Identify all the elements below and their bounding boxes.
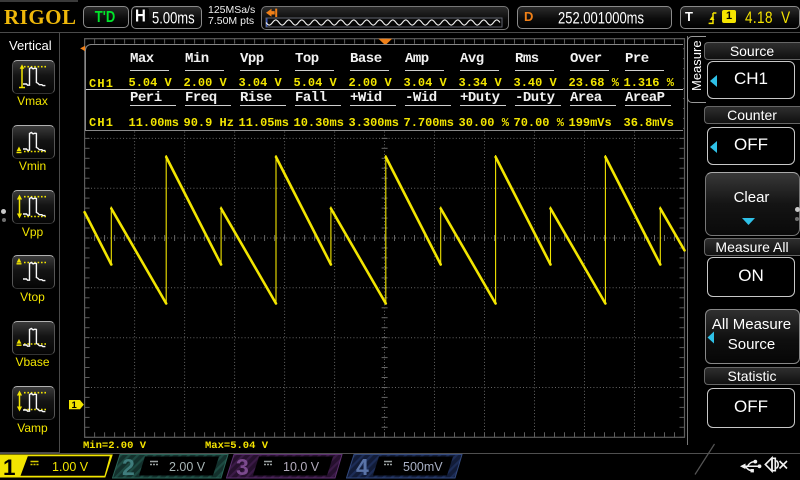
svg-text:3: 3 (236, 454, 249, 479)
svg-text:1: 1 (72, 400, 78, 411)
svg-text:1.00 V: 1.00 V (52, 460, 89, 474)
svg-text:2: 2 (122, 454, 135, 479)
svg-text:1: 1 (3, 455, 16, 479)
svg-text:2.00 V: 2.00 V (169, 460, 206, 474)
svg-text:500mV: 500mV (403, 460, 443, 474)
svg-text:10.0 V: 10.0 V (283, 460, 320, 474)
svg-text:4: 4 (356, 454, 369, 479)
